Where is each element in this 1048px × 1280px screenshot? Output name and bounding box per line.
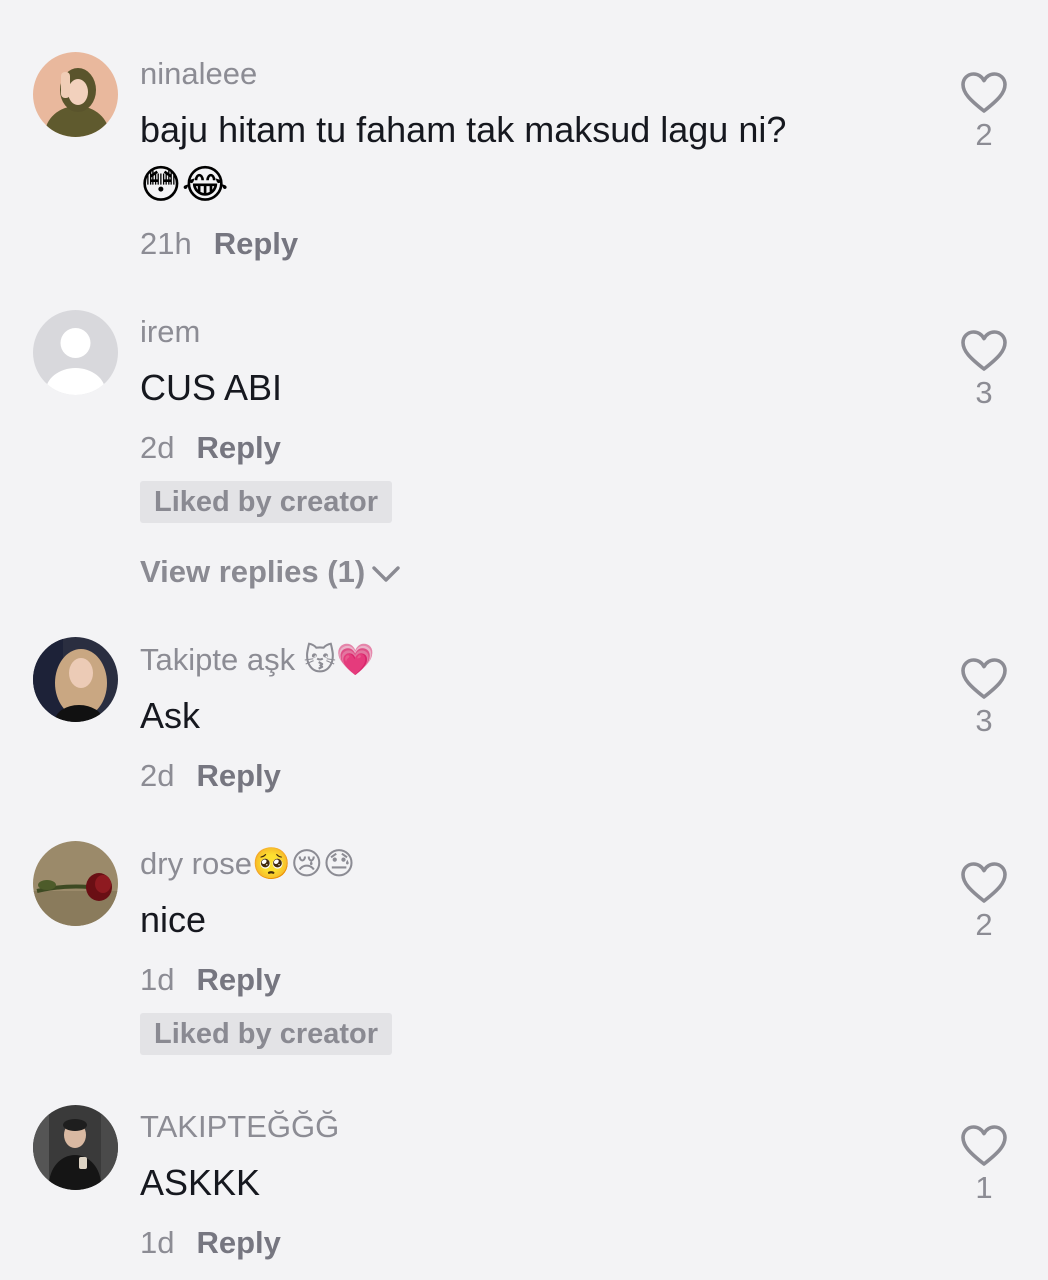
view-replies-button[interactable]: View replies (1) — [140, 554, 401, 590]
avatar[interactable] — [33, 52, 118, 137]
like-button[interactable]: 2 — [958, 71, 1010, 153]
like-count: 3 — [975, 703, 993, 738]
reply-button[interactable]: Reply — [196, 962, 280, 997]
avatar-image — [33, 637, 118, 722]
comment-meta: 2d Reply — [140, 758, 281, 794]
comment-username[interactable]: ninaleee — [140, 56, 257, 92]
like-count: 3 — [975, 375, 993, 410]
like-button[interactable]: 3 — [958, 329, 1010, 411]
comment-meta: 1d Reply — [140, 962, 281, 998]
like-button[interactable]: 2 — [958, 861, 1010, 943]
comment-username[interactable]: TAKIPTEĞĞĞ — [140, 1109, 339, 1145]
comment-timestamp: 2d — [140, 758, 175, 793]
heart-outline-icon — [961, 330, 1007, 371]
view-replies-label: View replies (1) — [140, 554, 366, 589]
comment-text: nice — [140, 899, 207, 940]
comment-text: baju hitam tu faham tak maksud lagu ni? — [140, 109, 787, 150]
heart-outline-icon — [961, 658, 1007, 699]
heart-outline-icon — [961, 72, 1007, 113]
comments-list: ninaleee baju hitam tu faham tak maksud … — [0, 0, 1048, 1280]
reply-button[interactable]: Reply — [196, 430, 280, 465]
avatar[interactable] — [33, 310, 118, 395]
heart-outline-icon — [961, 862, 1007, 903]
like-count: 2 — [975, 117, 993, 152]
avatar[interactable] — [33, 841, 118, 926]
comment-timestamp: 1d — [140, 1225, 175, 1260]
like-count: 2 — [975, 907, 993, 942]
avatar[interactable] — [33, 1105, 118, 1190]
comment-timestamp: 2d — [140, 430, 175, 465]
liked-by-creator-badge: Liked by creator — [140, 1013, 393, 1055]
avatar[interactable] — [33, 637, 118, 722]
like-count: 1 — [975, 1170, 993, 1205]
comment-text: Ask — [140, 695, 201, 736]
reply-button[interactable]: Reply — [196, 758, 280, 793]
avatar-image — [33, 841, 118, 926]
liked-by-creator-badge: Liked by creator — [140, 481, 393, 523]
reply-button[interactable]: Reply — [196, 1225, 280, 1260]
comment-username[interactable]: Takipte aşk 😽💗 — [140, 642, 375, 678]
comment-meta: 2d Reply — [140, 430, 281, 466]
like-button[interactable]: 3 — [958, 657, 1010, 739]
comment-timestamp: 21h — [140, 226, 192, 261]
comment-meta: 21h Reply — [140, 226, 298, 262]
avatar-image — [33, 52, 118, 137]
comment-meta: 1d Reply — [140, 1225, 281, 1261]
heart-outline-icon — [961, 1125, 1007, 1166]
avatar-image — [33, 1105, 118, 1190]
comment-timestamp: 1d — [140, 962, 175, 997]
like-button[interactable]: 1 — [958, 1124, 1010, 1206]
comment-username[interactable]: dry rose🥺😢😓 — [140, 846, 355, 882]
reply-button[interactable]: Reply — [214, 226, 298, 261]
comment-text: ASKKK — [140, 1162, 261, 1203]
comment-username[interactable]: irem — [140, 314, 200, 350]
default-avatar-icon — [33, 310, 118, 395]
comment-emoji-line: 😳😂 — [140, 163, 229, 207]
chevron-down-icon — [372, 566, 400, 582]
comment-text: CUS ABI — [140, 367, 283, 408]
